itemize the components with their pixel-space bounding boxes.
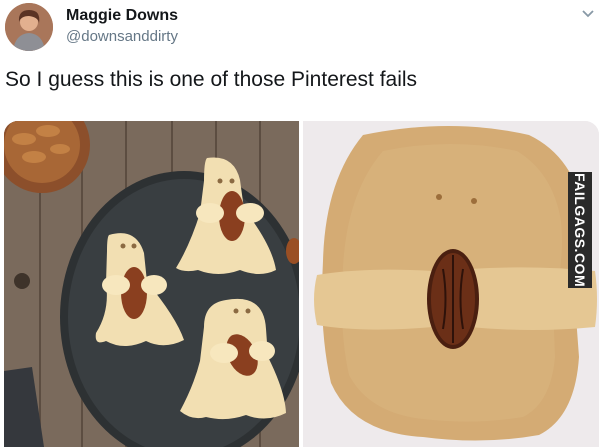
fail-photo[interactable] (303, 121, 599, 447)
avatar[interactable] (5, 3, 53, 51)
watermark: FAILGAGS.COM (568, 172, 592, 288)
tweet-media[interactable] (4, 121, 599, 447)
tweet-header: Maggie Downs @downsanddirty (0, 0, 600, 60)
tweet-text: So I guess this is one of those Pinteres… (5, 68, 418, 91)
pinterest-photo[interactable] (4, 121, 308, 447)
author-name[interactable]: Maggie Downs (66, 7, 178, 25)
author-handle[interactable]: @downsanddirty (66, 28, 178, 45)
chevron-down-icon[interactable] (581, 7, 595, 21)
